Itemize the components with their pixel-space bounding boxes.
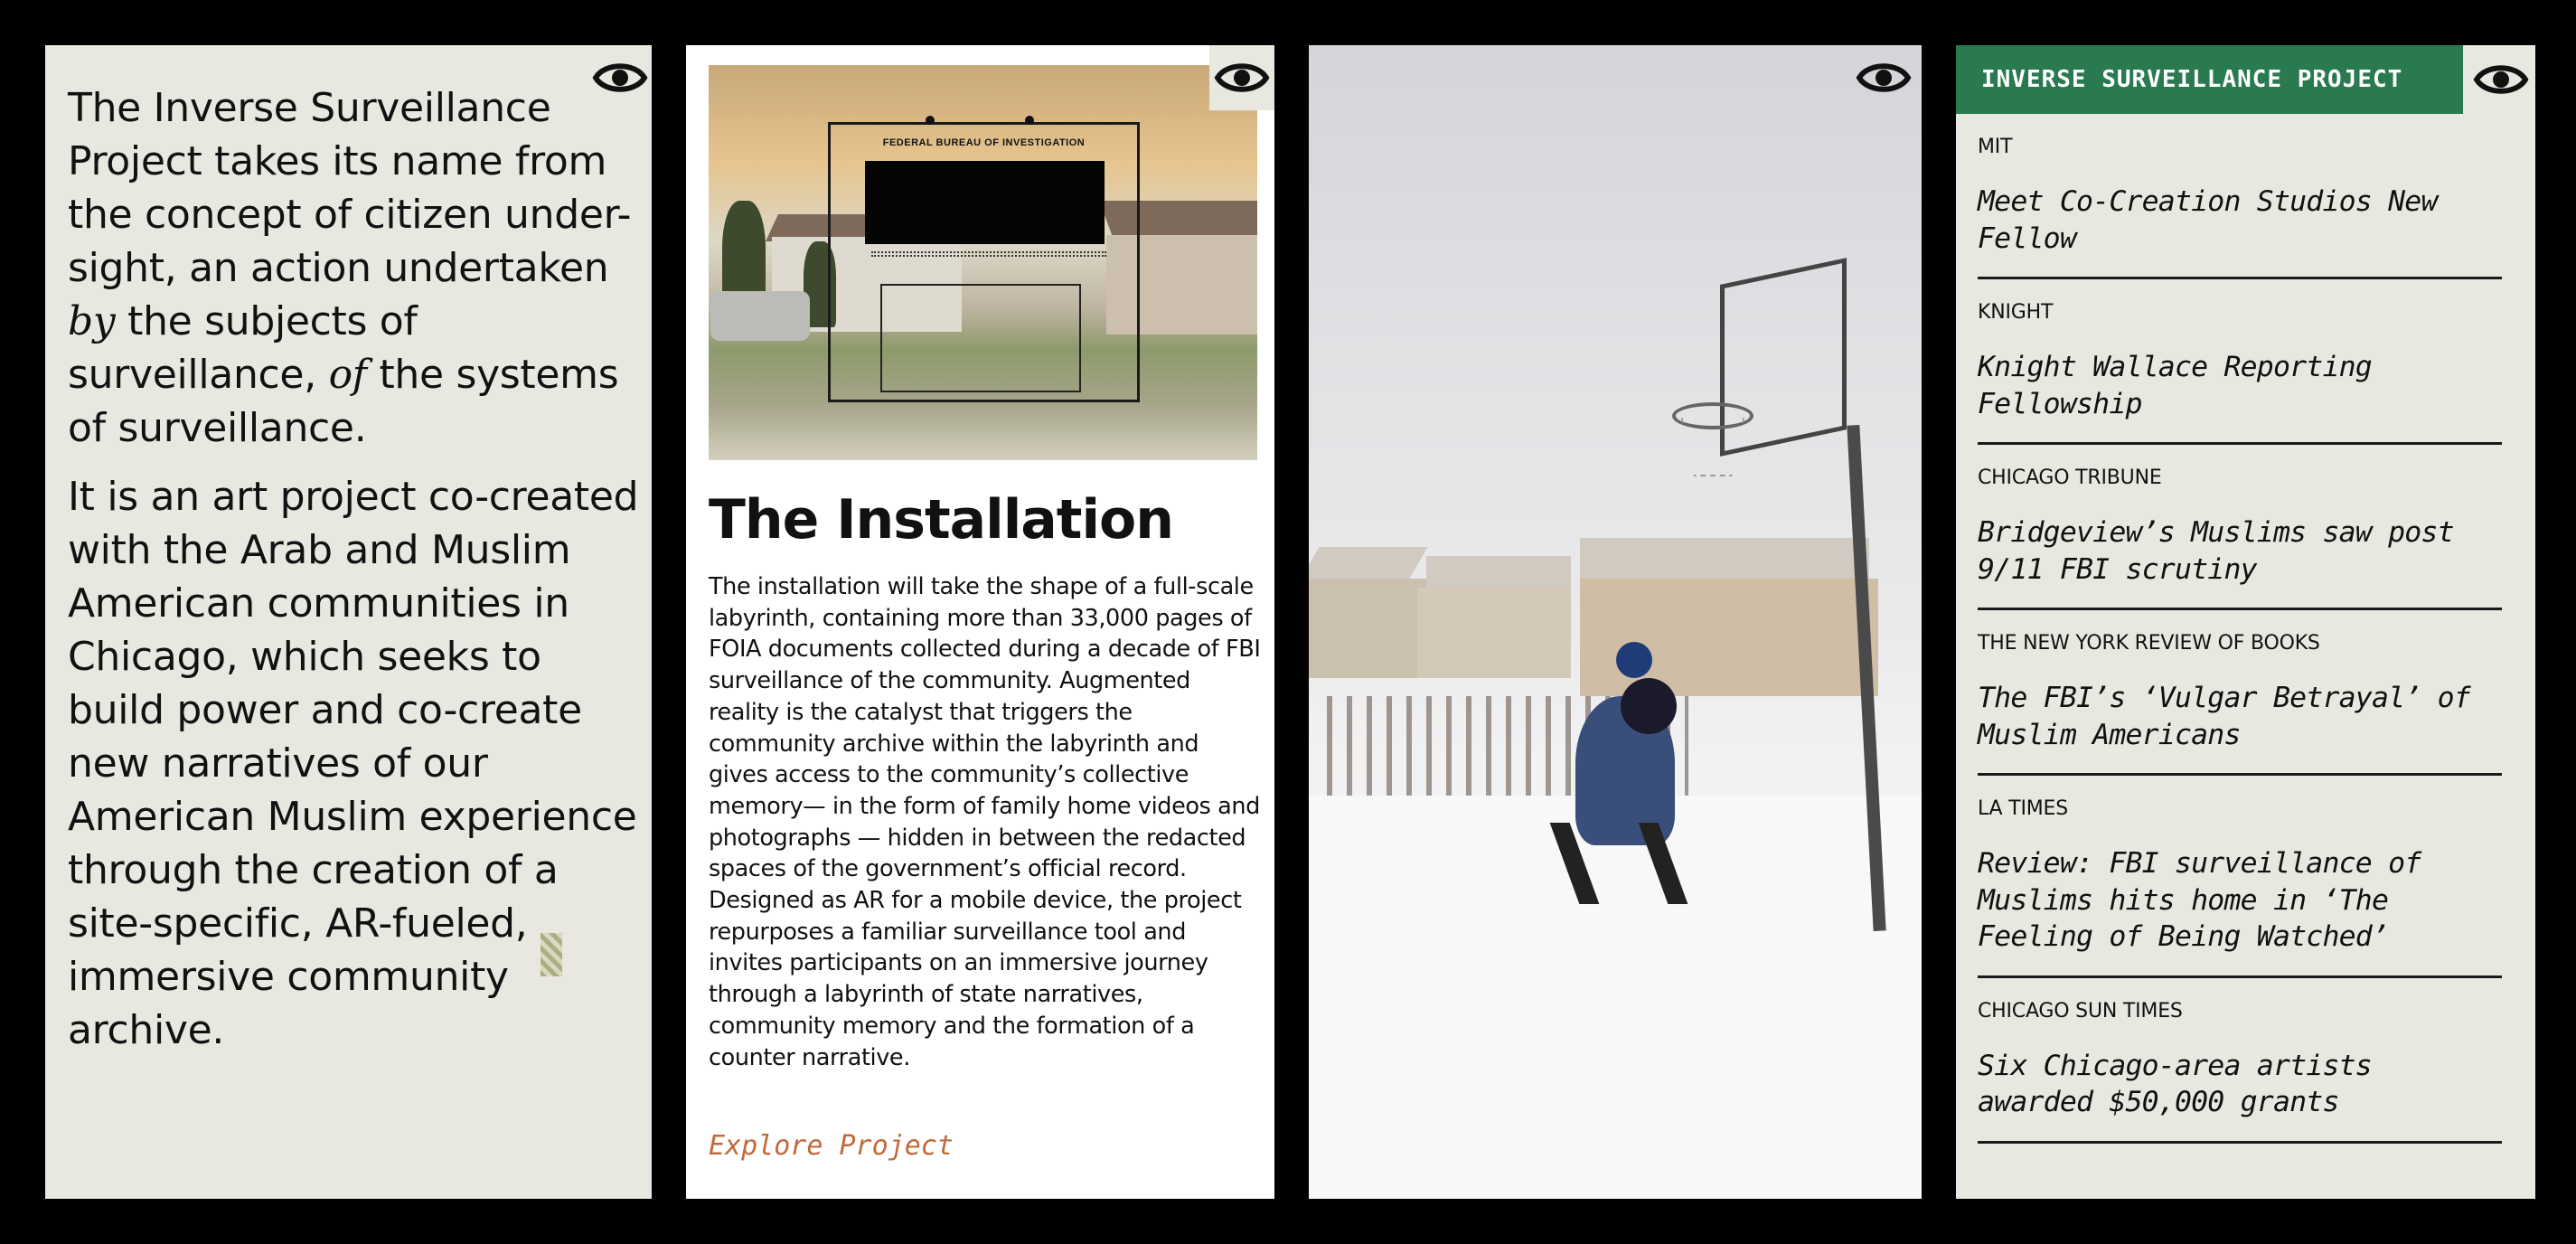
brand-logo[interactable]: INVERSE SURVEILLANCE PROJECT xyxy=(1956,45,2463,114)
snow-photo-panel xyxy=(1309,45,1922,1199)
press-source: KNIGHT xyxy=(1978,301,2054,324)
press-item[interactable]: KNIGHT Knight Wallace Reporting Fellowsh… xyxy=(1978,301,2502,445)
installation-panel: FEDERAL BUREAU OF INVESTIGATION The Inst… xyxy=(686,45,1274,1199)
press-item[interactable]: CHICAGO TRIBUNE Bridgeview’s Muslims saw… xyxy=(1978,466,2502,610)
press-title[interactable]: Six Chicago-area artists awarded $50,000… xyxy=(1978,1048,2502,1121)
press-item[interactable]: LA TIMES Review: FBI surveillance of Mus… xyxy=(1978,797,2502,978)
fbi-document-frame: FEDERAL BUREAU OF INVESTIGATION xyxy=(828,116,1140,402)
punch-hole xyxy=(1025,116,1034,125)
press-title[interactable]: Review: FBI surveillance of Muslims hits… xyxy=(1978,845,2502,956)
press-list: MIT Meet Co-Creation Studios New Fellow … xyxy=(1978,136,2502,1165)
intro-panel: The Inverse Surveillance Project takes i… xyxy=(45,45,652,1199)
intro-text: The Inverse Surveillance Project takes i… xyxy=(68,81,642,1072)
photo-house xyxy=(1580,579,1878,696)
press-title[interactable]: Bridgeview’s Muslims saw post 9/11 FBI s… xyxy=(1978,514,2502,588)
press-source: THE NEW YORK REVIEW OF BOOKS xyxy=(1978,632,2320,655)
fbi-document-header: FEDERAL BUREAU OF INVESTIGATION xyxy=(882,137,1086,148)
press-title[interactable]: The FBI’s ‘Vulgar Betrayal’ of Muslim Am… xyxy=(1978,680,2502,753)
press-item[interactable]: THE NEW YORK REVIEW OF BOOKS The FBI’s ‘… xyxy=(1978,632,2502,776)
eye-icon[interactable] xyxy=(1851,45,1916,110)
punch-hole xyxy=(926,116,935,125)
photo-roof xyxy=(1580,538,1869,583)
eye-icon[interactable] xyxy=(2468,47,2534,112)
eye-icon[interactable] xyxy=(588,45,652,110)
press-panel: INVERSE SURVEILLANCE PROJECT MIT Meet Co… xyxy=(1956,45,2535,1199)
press-source: CHICAGO SUN TIMES xyxy=(1978,999,2183,1023)
press-item[interactable]: MIT Meet Co-Creation Studios New Fellow xyxy=(1978,136,2502,279)
photo-child-hat xyxy=(1616,642,1652,678)
brand-title: INVERSE SURVEILLANCE PROJECT xyxy=(1981,66,2403,93)
intro-emphasis-by: by xyxy=(68,298,116,344)
press-title[interactable]: Meet Co-Creation Studios New Fellow xyxy=(1978,184,2502,257)
press-source: LA TIMES xyxy=(1978,797,2068,820)
redaction-block xyxy=(865,161,1105,244)
photo-house xyxy=(1417,588,1571,678)
photo-roof xyxy=(1426,556,1571,592)
photo-car xyxy=(710,291,810,341)
photo-roof xyxy=(1309,547,1428,583)
photo-house xyxy=(1309,579,1426,678)
intro-paragraph-1: The Inverse Surveillance Project takes i… xyxy=(68,81,642,455)
press-source: MIT xyxy=(1978,136,2013,158)
photo-child-head xyxy=(1621,678,1677,734)
redacted-line xyxy=(871,251,1106,257)
installation-title: The Installation xyxy=(709,488,1174,551)
press-item[interactable]: CHICAGO SUN TIMES Six Chicago-area artis… xyxy=(1978,1000,2502,1144)
press-title[interactable]: Knight Wallace Reporting Fellowship xyxy=(1978,349,2502,422)
pixel-cursor-icon xyxy=(541,933,562,976)
press-source: CHICAGO TRIBUNE xyxy=(1978,466,2162,489)
fbi-inner-frame xyxy=(880,284,1081,392)
intro-emphasis-of: of xyxy=(328,352,367,398)
explore-project-link[interactable]: Explore Project xyxy=(709,1130,954,1162)
installation-photo: FEDERAL BUREAU OF INVESTIGATION xyxy=(709,65,1257,460)
installation-body: The installation will take the shape of … xyxy=(709,573,1261,1071)
eye-icon[interactable] xyxy=(1209,45,1274,110)
intro-text-part: The Inverse Surveillance Project takes i… xyxy=(68,85,632,291)
